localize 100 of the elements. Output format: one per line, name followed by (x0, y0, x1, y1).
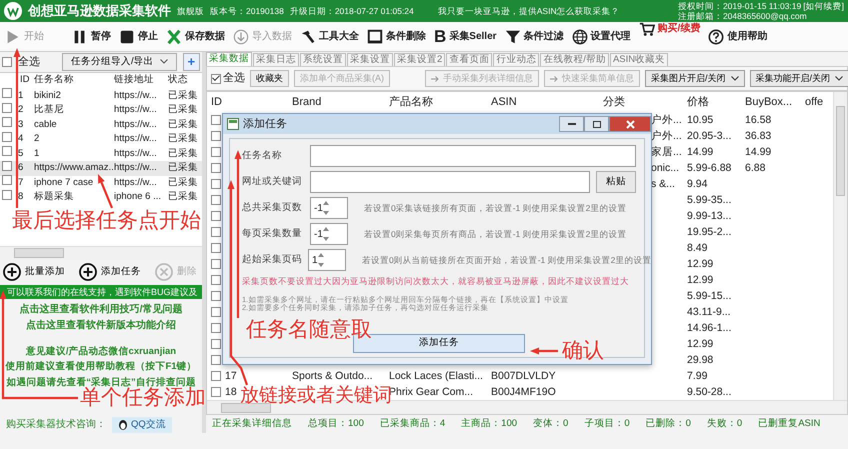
tab[interactable]: 系统设置 (300, 53, 346, 66)
play-icon (5, 28, 21, 44)
column-header: 分类 (603, 95, 626, 110)
toolbar-button[interactable]: 保存数据 (163, 22, 228, 50)
checkbox[interactable] (2, 117, 12, 128)
close-icon (626, 120, 634, 128)
checkbox[interactable] (211, 131, 221, 142)
tab[interactable]: 采集日志 (253, 53, 299, 66)
add-group-button[interactable]: + (182, 52, 200, 71)
spin-arrows-icon (322, 200, 329, 216)
table-cell: 5.99-6.88 (687, 162, 732, 174)
tab[interactable]: 采集设置2 (394, 53, 446, 66)
toolbar-button[interactable]: 使用帮助 (705, 22, 770, 50)
qq-button[interactable]: QQ交流 (112, 416, 172, 433)
table-cell-text: https://w... (114, 132, 158, 146)
tab[interactable]: ASIN收藏夹 (610, 53, 668, 66)
checkbox[interactable] (2, 56, 12, 67)
dropdown-button[interactable]: 采集图片开启/关闭 (645, 70, 745, 88)
checkbox[interactable] (211, 179, 221, 190)
checkbox[interactable] (211, 275, 221, 286)
window-icon (367, 28, 383, 44)
toolbar-button[interactable]: 条件删除 (364, 22, 429, 50)
checkbox[interactable] (2, 102, 12, 113)
help-link[interactable]: 点击这里查看软件新版本功能介绍 (26, 318, 176, 333)
tab[interactable]: 在线教程/帮助 (540, 53, 609, 66)
tab[interactable]: 查看页面 (446, 53, 492, 66)
field-label: 每页采集数量 (242, 226, 303, 241)
input-field[interactable] (310, 171, 590, 193)
annotation-arrow (98, 174, 114, 208)
toolbar-button[interactable]: 收藏夹 (250, 70, 289, 88)
table-cell: Lock Laces (Elasti... (389, 370, 483, 382)
vertical-scrollbar[interactable] (833, 92, 847, 400)
checkbox[interactable] (211, 307, 221, 318)
column-header: 状态 (168, 73, 189, 88)
table-cell-text: iphone 6 ... (114, 190, 162, 204)
table-cell: 5.99-15... (687, 290, 732, 302)
globe-icon (572, 28, 588, 44)
minimize-button[interactable] (559, 116, 584, 132)
checkbox[interactable] (211, 115, 221, 126)
arrow-icon (550, 76, 558, 82)
horizontal-scrollbar[interactable] (0, 246, 202, 260)
status-text: 总项目：100 (308, 417, 364, 432)
checkbox[interactable] (211, 195, 221, 206)
warning-text: 采集页数不要设置过大因为亚马逊限制访问次数太大，就容易被亚马逊屏蔽，因此不建议设置过大 (242, 275, 630, 288)
checkbox[interactable] (2, 88, 12, 98)
checkbox[interactable] (211, 291, 221, 302)
checkbox[interactable] (211, 371, 221, 382)
number-spinner[interactable]: 1 (308, 249, 346, 271)
checkbox[interactable] (211, 74, 221, 84)
table-cell-text: 1 (18, 88, 24, 103)
table-cell: B007DLVLDY (491, 370, 556, 382)
checkbox[interactable] (211, 211, 221, 222)
toolbar-button[interactable]: 设置代理 (568, 22, 634, 50)
action-button[interactable]: 添加任务 (79, 263, 141, 282)
paste-button[interactable]: 粘贴 (596, 171, 636, 193)
close-button[interactable] (609, 116, 651, 132)
tab[interactable]: 采集设置 (347, 53, 393, 66)
tab[interactable]: 行业动态 (493, 53, 540, 66)
caret-icon (835, 76, 844, 82)
table-cell: Sports & Outdo... (292, 370, 373, 382)
column-header: ID (19, 73, 30, 88)
table-cell: 14.99 (687, 146, 714, 158)
checkbox[interactable] (211, 323, 221, 334)
dropdown-button[interactable]: 采集功能开启/关闭 (750, 70, 848, 88)
table-cell: Phrix Gear Com... (389, 386, 474, 398)
checkbox[interactable] (2, 146, 12, 156)
checkbox[interactable] (2, 190, 12, 200)
table-cell-text: https://w... (114, 103, 158, 118)
checkbox[interactable] (211, 355, 221, 366)
column-header: ID (210, 95, 223, 110)
toolbar-button[interactable]: 工具大全 (297, 22, 362, 50)
table-cell: 14.99 (745, 146, 772, 158)
toolbar-button[interactable]: 停止 (116, 22, 161, 50)
number-spinner[interactable]: -1 (310, 197, 348, 219)
help-link[interactable]: 点击这里查看软件利用技巧/常见问题 (20, 302, 182, 317)
toolbar-button[interactable]: 条件过滤 (502, 22, 567, 50)
number-spinner[interactable]: -1 (310, 223, 348, 245)
toolbar-button[interactable]: B 采集Seller (431, 22, 500, 50)
column-header: 价格 (687, 95, 710, 110)
checkbox[interactable] (211, 387, 221, 398)
caret-icon (730, 76, 739, 82)
renew-link[interactable]: [如何续费] (803, 1, 844, 11)
checkbox[interactable] (2, 160, 12, 171)
checkbox[interactable] (2, 132, 12, 142)
toolbar-button[interactable]: 暂停 (69, 22, 114, 50)
checkbox[interactable] (211, 243, 221, 254)
group-dropdown[interactable]: 任务分组导入/导出 (62, 52, 177, 71)
action-button[interactable]: 批量添加 (3, 263, 65, 282)
table-cell: 29.98 (687, 354, 714, 366)
tab[interactable]: 采集数据 (206, 52, 252, 66)
checkbox[interactable] (211, 163, 221, 174)
checkbox[interactable] (211, 147, 221, 158)
selected-row[interactable]: 6 https://www.amaz...https://w... 已采集 (0, 161, 202, 176)
checkbox[interactable] (211, 339, 221, 350)
input-field[interactable] (310, 145, 636, 167)
checkbox[interactable] (211, 227, 221, 238)
version-text: 版本号：20190138 (210, 4, 284, 18)
checkbox[interactable] (211, 259, 221, 270)
maximize-button[interactable] (584, 116, 609, 132)
checkbox[interactable] (2, 175, 12, 186)
